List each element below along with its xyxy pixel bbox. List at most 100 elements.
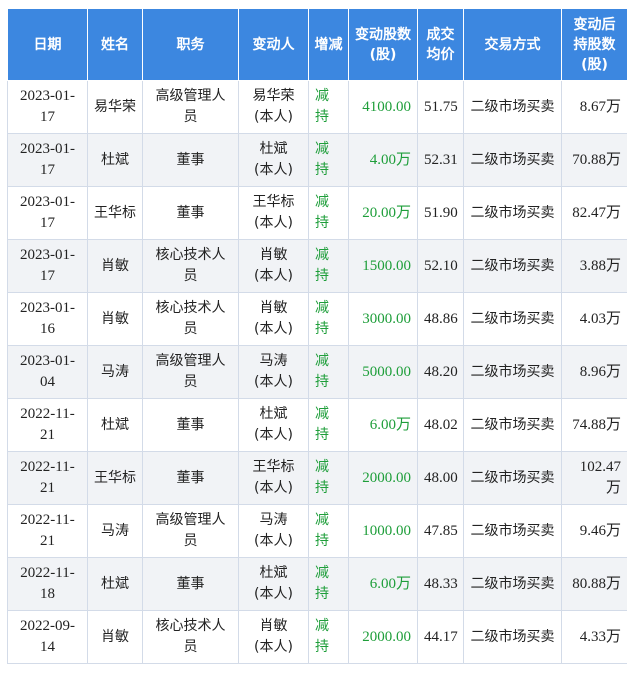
header-changer: 变动人 [238,8,309,81]
cell-holding: 8.67万 [561,80,627,134]
cell-direction: 减持 [308,557,349,611]
cell-position: 高级管理人员 [142,504,239,558]
cell-price: 48.02 [417,398,464,452]
cell-direction: 减持 [308,186,349,240]
cell-direction: 减持 [308,80,349,134]
cell-position: 高级管理人员 [142,80,239,134]
cell-position: 核心技术人员 [142,239,239,293]
cell-changer: 马涛 (本人) [238,504,309,558]
cell-changer-name: 肖敏 [259,618,288,634]
cell-changer-note: (本人) [254,268,293,284]
cell-method: 二级市场买卖 [463,504,562,558]
cell-changer-name: 易华荣 [252,88,295,104]
cell-direction: 减持 [308,398,349,452]
header-holding-line2: 持股数 [573,36,616,53]
cell-direction: 减持 [308,451,349,505]
cell-changer-note: (本人) [254,480,293,496]
cell-changer: 杜斌 (本人) [238,557,309,611]
insider-trading-table: 日期 姓名 职务 变动人 增减 变动股数 (股) 成交 均价 交易方式 变动后 持股数… [7,8,627,664]
cell-price: 48.33 [417,557,464,611]
cell-holding: 80.88万 [561,557,627,611]
cell-changer-note: (本人) [254,374,293,390]
cell-date: 2023-01-17 [7,186,88,240]
cell-name: 杜斌 [87,557,143,611]
table-row: 2022-11-21 马涛 高级管理人员 马涛 (本人) 减持 1000.00 4… [7,504,627,558]
cell-changer-name: 杜斌 [259,141,288,157]
cell-holding: 4.03万 [561,292,627,346]
cell-method: 二级市场买卖 [463,610,562,664]
cell-holding: 4.33万 [561,610,627,664]
header-method: 交易方式 [463,8,562,81]
cell-method: 二级市场买卖 [463,239,562,293]
cell-name: 杜斌 [87,133,143,187]
cell-date: 2022-09-14 [7,610,88,664]
table-row: 2023-01-17 王华标 董事 王华标 (本人) 减持 20.00万 51.9… [7,186,627,240]
cell-changer-note: (本人) [254,215,293,231]
cell-name: 马涛 [87,345,143,399]
cell-method: 二级市场买卖 [463,186,562,240]
cell-date: 2022-11-21 [7,451,88,505]
table-row: 2023-01-04 马涛 高级管理人员 马涛 (本人) 减持 5000.00 4… [7,345,627,399]
cell-changer: 马涛 (本人) [238,345,309,399]
table-row: 2022-11-21 王华标 董事 王华标 (本人) 减持 2000.00 48.… [7,451,627,505]
cell-name: 易华荣 [87,80,143,134]
cell-price: 48.20 [417,345,464,399]
header-holding: 变动后 持股数 (股) [561,8,627,81]
cell-changer: 杜斌 (本人) [238,398,309,452]
cell-shares: 5000.00 [348,345,418,399]
cell-holding: 82.47万 [561,186,627,240]
cell-shares: 3000.00 [348,292,418,346]
cell-changer-note: (本人) [254,162,293,178]
cell-date: 2022-11-21 [7,398,88,452]
cell-changer-name: 肖敏 [259,247,288,263]
cell-direction: 减持 [308,504,349,558]
cell-changer-note: (本人) [254,533,293,549]
cell-date: 2023-01-16 [7,292,88,346]
cell-position: 董事 [142,398,239,452]
cell-holding: 3.88万 [561,239,627,293]
cell-position: 董事 [142,186,239,240]
header-shares: 变动股数 (股) [348,8,418,81]
cell-shares: 20.00万 [348,186,418,240]
cell-method: 二级市场买卖 [463,292,562,346]
cell-name: 王华标 [87,451,143,505]
cell-position: 董事 [142,557,239,611]
cell-date: 2023-01-04 [7,345,88,399]
cell-price: 52.10 [417,239,464,293]
table-row: 2023-01-17 肖敏 核心技术人员 肖敏 (本人) 减持 1500.00 5… [7,239,627,293]
cell-method: 二级市场买卖 [463,451,562,505]
table-row: 2023-01-16 肖敏 核心技术人员 肖敏 (本人) 减持 3000.00 4… [7,292,627,346]
header-direction: 增减 [308,8,349,81]
cell-changer-name: 肖敏 [259,300,288,316]
table-row: 2022-09-14 肖敏 核心技术人员 肖敏 (本人) 减持 2000.00 4… [7,610,627,664]
header-price: 成交 均价 [417,8,464,81]
cell-changer-name: 杜斌 [259,406,288,422]
cell-date: 2023-01-17 [7,133,88,187]
cell-shares: 2000.00 [348,610,418,664]
cell-shares: 1000.00 [348,504,418,558]
cell-changer: 肖敏 (本人) [238,292,309,346]
cell-shares: 6.00万 [348,398,418,452]
cell-changer-note: (本人) [254,427,293,443]
cell-name: 肖敏 [87,239,143,293]
cell-shares: 2000.00 [348,451,418,505]
cell-price: 48.86 [417,292,464,346]
cell-changer-name: 王华标 [252,459,295,475]
cell-price: 52.31 [417,133,464,187]
cell-direction: 减持 [308,292,349,346]
cell-date: 2023-01-17 [7,239,88,293]
header-date: 日期 [7,8,88,81]
cell-method: 二级市场买卖 [463,345,562,399]
cell-price: 47.85 [417,504,464,558]
cell-method: 二级市场买卖 [463,133,562,187]
cell-holding: 9.46万 [561,504,627,558]
cell-position: 董事 [142,133,239,187]
cell-price: 51.90 [417,186,464,240]
cell-name: 肖敏 [87,292,143,346]
cell-shares: 6.00万 [348,557,418,611]
cell-holding: 70.88万 [561,133,627,187]
cell-name: 杜斌 [87,398,143,452]
cell-changer-name: 马涛 [259,512,288,528]
cell-direction: 减持 [308,133,349,187]
header-shares-line1: 变动股数 [355,26,411,43]
